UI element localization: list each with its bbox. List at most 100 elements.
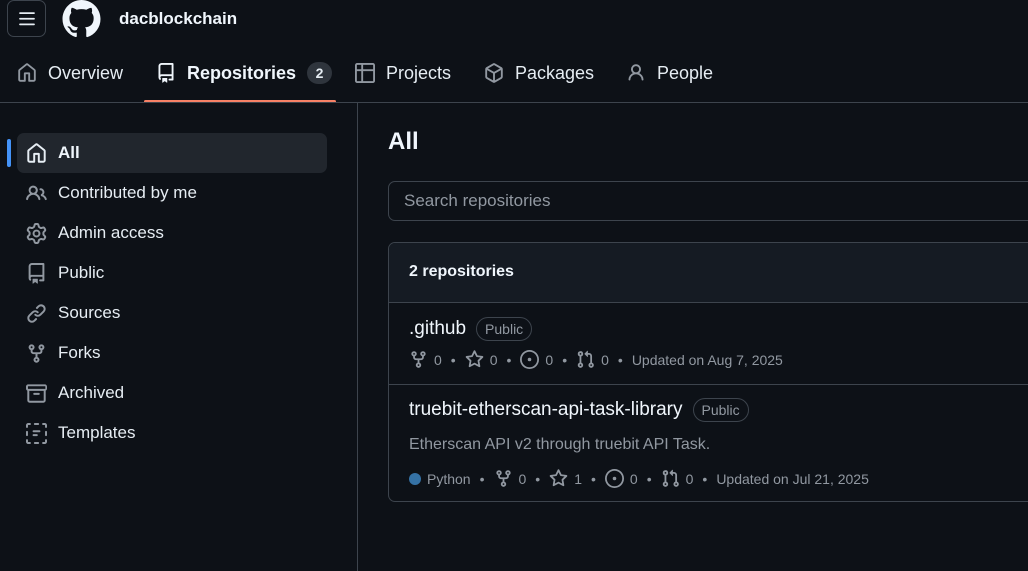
repo-meta: Python • 0 • 1 • 0 • 0 • Updated on Jul … — [409, 469, 869, 488]
sidebar-item-forks[interactable]: Forks — [17, 333, 327, 373]
sidebar-item-admin-access[interactable]: Admin access — [17, 213, 327, 253]
repo-icon — [158, 63, 174, 83]
stars-value: 0 — [489, 351, 498, 368]
separator-dot: • — [617, 351, 623, 368]
visibility-badge: Public — [692, 398, 749, 422]
list-item: truebit-etherscan-api-task-library Publi… — [389, 385, 1028, 501]
updated-date: Updated on Aug 7, 2025 — [631, 351, 783, 368]
forks-value: 0 — [518, 470, 527, 487]
hamburger-menu-button[interactable] — [7, 0, 46, 37]
sidebar-item-label: Templates — [58, 423, 136, 442]
separator-dot: • — [450, 351, 456, 368]
sidebar-item-label: Public — [58, 263, 105, 282]
language-color-dot — [409, 472, 421, 485]
tab-people-label: People — [657, 62, 714, 83]
org-name[interactable]: dacblockchain — [119, 9, 237, 29]
repo-description: Etherscan API v2 through truebit API Tas… — [409, 436, 711, 453]
top-bar: dacblockchain — [0, 0, 1028, 40]
fork-icon — [495, 470, 511, 487]
issues-count[interactable]: 0 — [520, 350, 553, 369]
github-logo-icon[interactable] — [62, 0, 101, 38]
link-icon — [27, 303, 46, 323]
fork-icon — [28, 343, 45, 363]
table-icon — [355, 63, 375, 83]
pulls-value: 0 — [685, 470, 694, 487]
repo-name-link[interactable]: truebit-etherscan-api-task-library — [409, 399, 683, 421]
template-icon — [26, 422, 47, 444]
gear-icon — [26, 222, 47, 244]
list-item: .github Public 0 • 0 • 0 • 0 • Updated o… — [389, 303, 1028, 385]
issue-opened-icon — [604, 469, 624, 488]
repo-filter-sidebar: All Contributed by me Admin access Publi… — [0, 103, 357, 571]
separator-dot: • — [479, 470, 485, 487]
issues-count[interactable]: 0 — [604, 469, 638, 488]
archive-icon — [26, 383, 47, 403]
star-icon — [549, 469, 568, 487]
star-icon — [465, 350, 483, 368]
repo-title-line: .github Public — [409, 317, 533, 341]
sidebar-item-templates[interactable]: Templates — [17, 413, 327, 453]
language-name: Python — [427, 470, 471, 487]
sidebar-item-archived[interactable]: Archived — [17, 373, 327, 413]
person-icon — [628, 64, 644, 81]
sidebar-item-label: Sources — [58, 303, 121, 322]
separator-dot: • — [591, 470, 596, 487]
sidebar-item-contributed[interactable]: Contributed by me — [17, 173, 327, 213]
search-repositories-input[interactable] — [388, 181, 1028, 221]
stars-count[interactable]: 0 — [465, 350, 498, 369]
tab-repositories-label: Repositories — [187, 62, 297, 83]
separator-dot: • — [702, 470, 708, 487]
sidebar-item-label: All — [58, 143, 80, 162]
pull-request-icon — [662, 469, 679, 487]
page-title: All — [388, 128, 419, 155]
stars-value: 1 — [574, 470, 582, 487]
repository-list: 2 repositories .github Public 0 • 0 • 0 … — [388, 242, 1028, 502]
sidebar-item-label: Admin access — [58, 223, 164, 242]
separator-dot: • — [506, 351, 512, 368]
issues-value: 0 — [629, 470, 638, 487]
separator-dot: • — [562, 351, 568, 368]
tab-packages-label: Packages — [515, 62, 595, 83]
pulls-count[interactable]: 0 — [576, 350, 609, 369]
repository-count: 2 repositories — [409, 263, 514, 280]
repo-icon — [28, 262, 45, 284]
sidebar-divider — [357, 103, 358, 571]
sidebar-item-label: Contributed by me — [58, 183, 197, 202]
sidebar-item-sources[interactable]: Sources — [17, 293, 327, 333]
language: Python — [409, 471, 471, 487]
repo-name-link[interactable]: .github — [409, 318, 466, 340]
home-icon — [27, 142, 46, 163]
tab-people[interactable]: People — [626, 50, 713, 96]
forks-value: 0 — [434, 351, 442, 368]
repo-meta: 0 • 0 • 0 • 0 • Updated on Aug 7, 2025 — [409, 350, 783, 369]
tab-projects[interactable]: Projects — [355, 50, 451, 96]
separator-dot: • — [646, 470, 652, 487]
sidebar-item-all[interactable]: All — [17, 133, 327, 173]
sidebar-item-label: Archived — [58, 383, 125, 402]
updated-date: Updated on Jul 21, 2025 — [716, 470, 869, 487]
repo-title-line: truebit-etherscan-api-task-library Publi… — [409, 398, 749, 422]
home-icon — [18, 63, 36, 82]
tab-overview-label: Overview — [48, 62, 124, 83]
separator-dot: • — [535, 470, 541, 487]
issues-value: 0 — [545, 351, 554, 368]
package-icon — [485, 63, 503, 83]
org-nav-tabs: Overview Repositories 2 Projects Package… — [0, 50, 1028, 103]
repositories-count-badge: 2 — [307, 62, 333, 84]
tab-overview[interactable]: Overview — [17, 50, 123, 96]
fork-icon — [411, 351, 426, 368]
pulls-value: 0 — [601, 351, 609, 368]
forks-count[interactable]: 0 — [409, 350, 442, 369]
pull-request-icon — [577, 350, 594, 368]
stars-count[interactable]: 1 — [549, 469, 582, 488]
hamburger-icon — [18, 11, 35, 25]
people-icon — [26, 185, 47, 200]
forks-count[interactable]: 0 — [494, 469, 527, 488]
repository-list-header: 2 repositories — [389, 243, 1028, 303]
tab-packages[interactable]: Packages — [484, 50, 594, 96]
issue-opened-icon — [520, 350, 540, 369]
pulls-count[interactable]: 0 — [661, 469, 694, 488]
tab-repositories[interactable]: Repositories 2 — [156, 50, 333, 96]
visibility-badge: Public — [476, 317, 533, 341]
sidebar-item-public[interactable]: Public — [17, 253, 327, 293]
